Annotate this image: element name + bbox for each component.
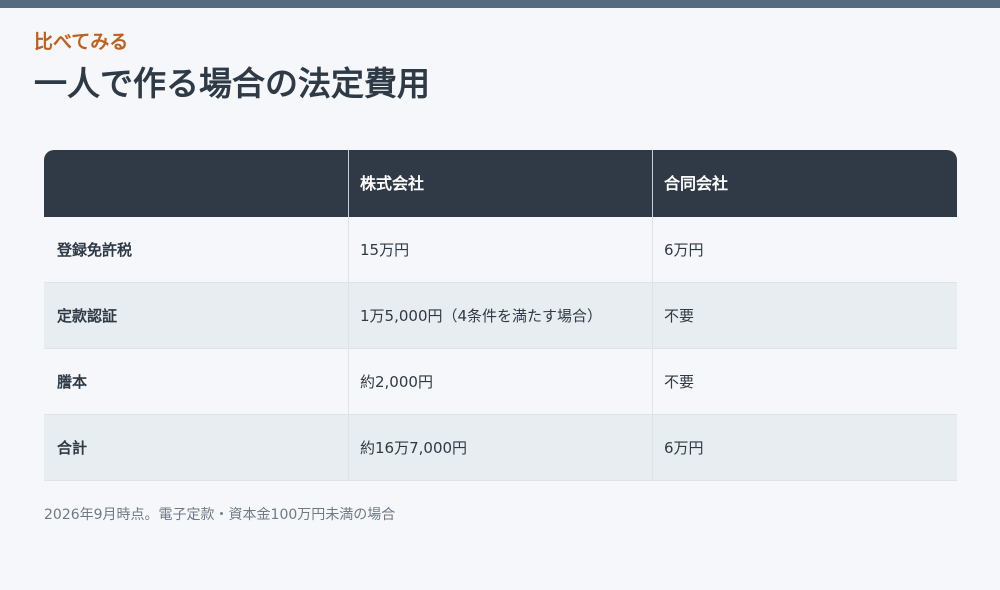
header-cell-empty [44, 150, 348, 217]
godo-total: 6万円 [652, 415, 957, 480]
row-label: 謄本 [57, 372, 88, 391]
kabushiki-value: 15万円 [348, 217, 652, 282]
header-cell-godo: 合同会社 [652, 150, 957, 217]
table-header-row: 株式会社 合同会社 [44, 150, 957, 217]
header-cell-kabushiki: 株式会社 [348, 150, 652, 217]
kabushiki-value: 1万5,000円（4条件を満たす場合） [348, 283, 652, 348]
table-row: 定款認証 1万5,000円（4条件を満たす場合） 不要 [44, 283, 957, 349]
row-label: 定款認証 [57, 306, 118, 325]
page: 比べてみる 一人で作る場合の法定費用 株式会社 合同会社 登録免許税 15万円 … [0, 0, 1000, 590]
footnote: 2026年9月時点。電子定款・資本金100万円未満の場合 [44, 507, 396, 523]
page-title: 一人で作る場合の法定費用 [34, 64, 430, 103]
top-accent-bar [0, 0, 1000, 8]
kabushiki-total: 約16万7,000円 [348, 415, 652, 480]
table-row-total: 合計 約16万7,000円 6万円 [44, 415, 957, 481]
table-row: 登録免許税 15万円 6万円 [44, 217, 957, 283]
eyebrow-label: 比べてみる [34, 31, 129, 53]
table-row: 謄本 約2,000円 不要 [44, 349, 957, 415]
godo-value: 6万円 [652, 217, 957, 282]
kabushiki-value: 約2,000円 [348, 349, 652, 414]
row-label: 合計 [57, 438, 88, 457]
godo-value: 不要 [652, 349, 957, 414]
cost-comparison-table: 株式会社 合同会社 登録免許税 15万円 6万円 定款認証 1万5,000円（4… [44, 150, 957, 481]
godo-value: 不要 [652, 283, 957, 348]
row-label: 登録免許税 [57, 240, 133, 259]
